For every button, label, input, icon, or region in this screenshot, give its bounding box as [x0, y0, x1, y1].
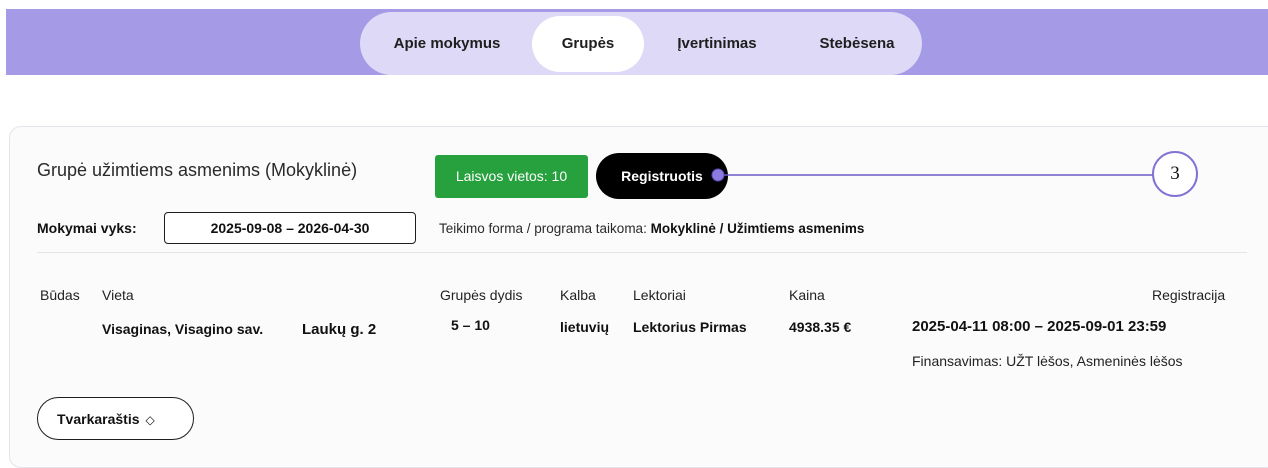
header-vieta: Vieta — [102, 287, 134, 303]
chevron-up-down-icon: ◇ — [145, 413, 155, 427]
divider — [37, 252, 1247, 253]
schedule-label: Tvarkaraštis — [57, 411, 140, 427]
register-button[interactable]: Registruotis — [596, 153, 728, 199]
program-form-info: Teikimo forma / programa taikoma: Mokykl… — [439, 221, 864, 236]
cell-grupes-dydis: 5 – 10 — [451, 317, 490, 333]
cell-kalba: lietuvių — [560, 319, 610, 335]
cell-vieta: Visaginas, Visagino sav. — [102, 321, 264, 337]
header-registracija: Registracija — [1152, 287, 1226, 303]
cell-registracija: 2025-04-11 08:00 – 2025-09-01 23:59 — [912, 318, 1167, 335]
cell-adresas: Laukų g. 2 — [302, 321, 377, 338]
group-title: Grupė užimtiems asmenims (Mokyklinė) — [37, 160, 358, 180]
tab-grupes[interactable]: Grupės — [532, 16, 644, 72]
step-number-marker: 3 — [1152, 151, 1198, 197]
header-lektoriai: Lektoriai — [633, 287, 686, 303]
dates-label: Mokymai vyks: — [37, 220, 137, 236]
free-places-badge: Laisvos vietos: 10 — [435, 155, 588, 198]
cell-lektoriai: Lektorius Pirmas — [633, 319, 747, 335]
cell-kaina: 4938.35 € — [789, 319, 852, 335]
program-form-prefix: Teikimo forma / programa taikoma: — [439, 221, 647, 236]
tab-apie-mokymus[interactable]: Apie mokymus — [372, 16, 522, 72]
schedule-toggle-button[interactable]: Tvarkaraštis ◇ — [37, 397, 194, 440]
tab-stebesena[interactable]: Stebėsena — [794, 16, 920, 72]
dates-value: 2025-09-08 – 2026-04-30 — [164, 212, 416, 244]
header-kalba: Kalba — [560, 287, 596, 303]
header-grupes-dydis: Grupės dydis — [440, 287, 523, 303]
program-form-value: Mokyklinė / Užimtiems asmenims — [650, 221, 865, 236]
tab-ivertinimas[interactable]: Įvertinimas — [654, 16, 780, 72]
funding-info: Finansavimas: UŽT lėšos, Asmeninės lėšos — [912, 353, 1183, 369]
header-kaina: Kaina — [789, 287, 825, 303]
header-budas: Būdas — [40, 287, 80, 303]
